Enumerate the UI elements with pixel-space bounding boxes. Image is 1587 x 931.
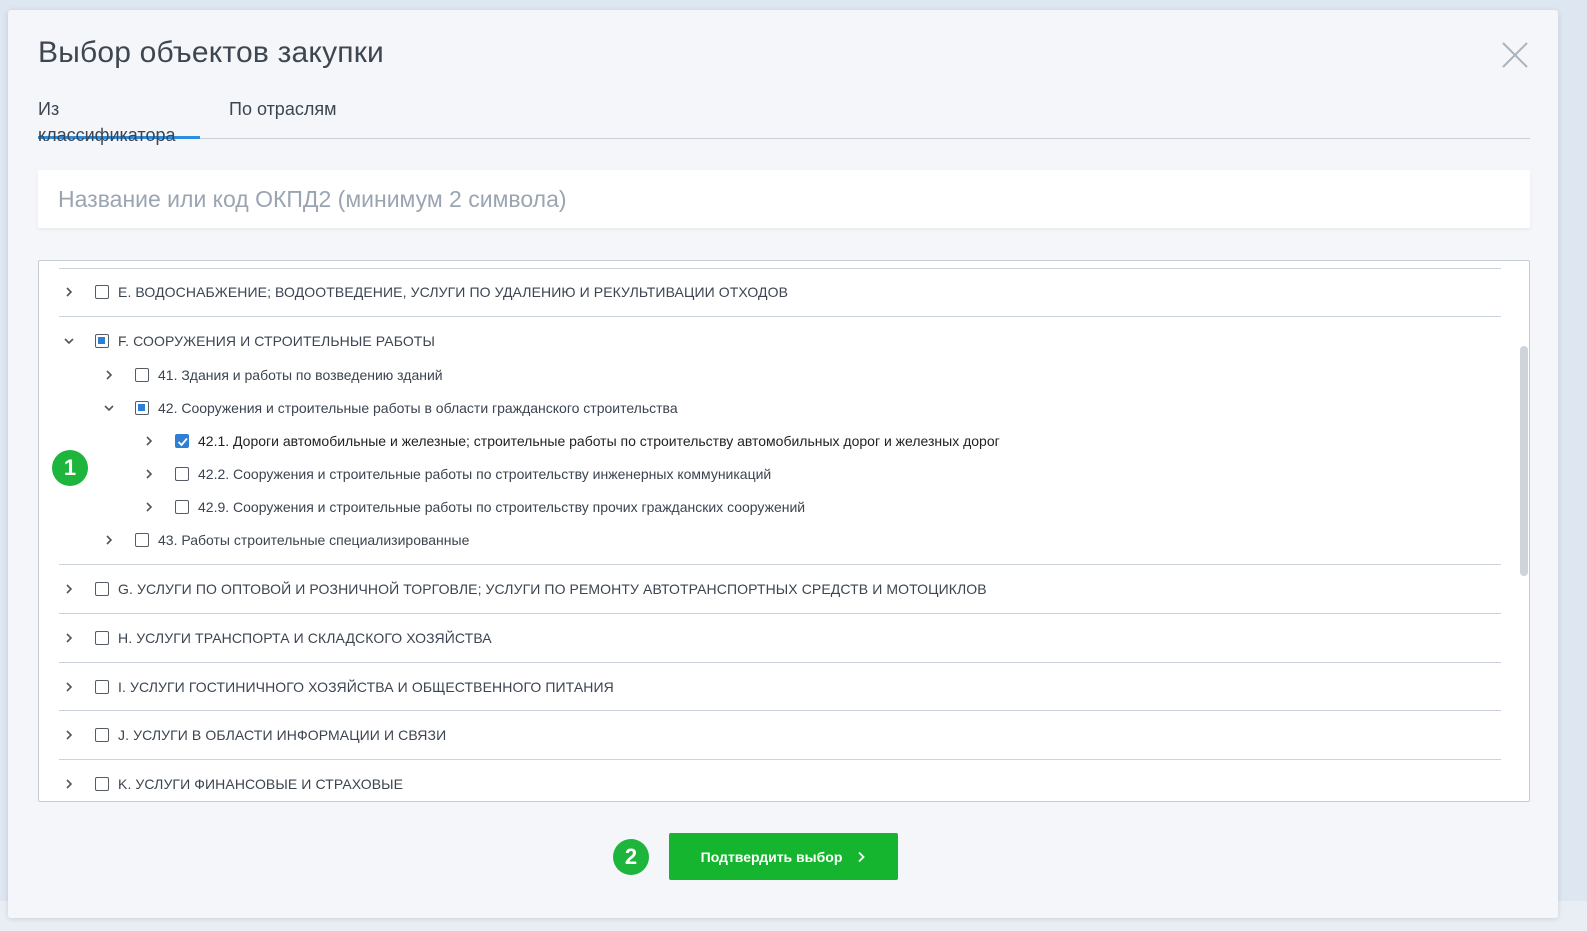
chevron-down-icon[interactable] <box>61 333 77 349</box>
tree-checkbox-i[interactable] <box>95 680 109 694</box>
tree-item-k: K. УСЛУГИ ФИНАНСОВЫЕ И СТРАХОВЫЕ <box>61 772 1501 796</box>
chevron-right-icon[interactable] <box>61 581 77 597</box>
tree-checkbox-41[interactable] <box>135 368 149 382</box>
tree-item-h: H. УСЛУГИ ТРАНСПОРТА И СКЛАДСКОГО ХОЗЯЙС… <box>61 626 1501 650</box>
chevron-right-icon[interactable] <box>141 466 157 482</box>
tree-item-label: 42.2. Сооружения и строительные работы п… <box>198 466 772 482</box>
tree-item-g: G. УСЛУГИ ПО ОПТОВОЙ И РОЗНИЧНОЙ ТОРГОВЛ… <box>61 577 1501 601</box>
tree-scrollbar[interactable] <box>1520 346 1528 576</box>
tree-divider <box>59 613 1501 614</box>
tree-item-label: I. УСЛУГИ ГОСТИНИЧНОГО ХОЗЯЙСТВА И ОБЩЕС… <box>118 679 614 695</box>
tree-divider <box>59 759 1501 760</box>
tree-item-f: F. СООРУЖЕНИЯ И СТРОИТЕЛЬНЫЕ РАБОТЫ <box>61 329 1501 353</box>
check-icon <box>177 437 188 447</box>
tree-item-label: K. УСЛУГИ ФИНАНСОВЫЕ И СТРАХОВЫЕ <box>118 776 404 792</box>
tree-divider <box>59 564 1501 565</box>
chevron-right-icon[interactable] <box>141 433 157 449</box>
step-badge-2: 2 <box>613 839 649 875</box>
purchase-objects-modal: Выбор объектов закупки Из классификатора… <box>8 10 1558 918</box>
tree-checkbox-42-1[interactable] <box>175 434 189 448</box>
tree-checkbox-k[interactable] <box>95 777 109 791</box>
tab-classifier[interactable]: Из классификатора <box>38 96 200 145</box>
tree-divider <box>59 662 1501 663</box>
tree-item-label: J. УСЛУГИ В ОБЛАСТИ ИНФОРМАЦИИ И СВЯЗИ <box>118 727 447 743</box>
chevron-right-icon[interactable] <box>61 679 77 695</box>
tree-checkbox-42[interactable] <box>135 401 149 415</box>
chevron-right-icon <box>856 851 866 863</box>
tree-item-label: F. СООРУЖЕНИЯ И СТРОИТЕЛЬНЫЕ РАБОТЫ <box>118 333 435 349</box>
search-box <box>38 170 1530 228</box>
tree-divider <box>59 268 1501 269</box>
tree-item-41: 41. Здания и работы по возведению зданий <box>101 363 1401 387</box>
tree-item-label: E. ВОДОСНАБЖЕНИЕ; ВОДООТВЕДЕНИЕ, УСЛУГИ … <box>118 284 789 300</box>
chevron-right-icon[interactable] <box>61 284 77 300</box>
tree-checkbox-j[interactable] <box>95 728 109 742</box>
tree-item-42: 42. Сооружения и строительные работы в о… <box>101 396 1401 420</box>
tab-bar: Из классификатора По отраслям <box>38 96 1530 145</box>
tree-checkbox-e[interactable] <box>95 285 109 299</box>
tree-divider <box>59 710 1501 711</box>
step-badge-1: 1 <box>52 450 88 486</box>
tree-item-label: H. УСЛУГИ ТРАНСПОРТА И СКЛАДСКОГО ХОЗЯЙС… <box>118 630 492 646</box>
okpd2-search-input[interactable] <box>38 170 1530 228</box>
tree-item-42-9: 42.9. Сооружения и строительные работы п… <box>141 495 1441 519</box>
confirm-button-label: Подтвердить выбор <box>700 848 843 865</box>
tree-item-label: 42. Сооружения и строительные работы в о… <box>158 400 678 416</box>
tree-checkbox-g[interactable] <box>95 582 109 596</box>
tree-item-e: E. ВОДОСНАБЖЕНИЕ; ВОДООТВЕДЕНИЕ, УСЛУГИ … <box>61 280 1501 304</box>
close-icon <box>1502 42 1528 68</box>
classifier-tree: E. ВОДОСНАБЖЕНИЕ; ВОДООТВЕДЕНИЕ, УСЛУГИ … <box>38 260 1530 802</box>
tree-divider <box>59 316 1501 317</box>
tree-item-label: 43. Работы строительные специализированн… <box>158 532 470 548</box>
tree-item-label: 41. Здания и работы по возведению зданий <box>158 367 443 383</box>
tree-checkbox-42-9[interactable] <box>175 500 189 514</box>
tab-industries[interactable]: По отраслям <box>229 96 336 136</box>
tree-item-42-1: 42.1. Дороги автомобильные и железные; с… <box>141 429 1441 453</box>
chevron-right-icon[interactable] <box>61 727 77 743</box>
confirm-selection-button[interactable]: Подтвердить выбор <box>669 833 898 880</box>
tree-checkbox-43[interactable] <box>135 533 149 547</box>
chevron-right-icon[interactable] <box>61 630 77 646</box>
tree-item-j: J. УСЛУГИ В ОБЛАСТИ ИНФОРМАЦИИ И СВЯЗИ <box>61 723 1501 747</box>
chevron-right-icon[interactable] <box>101 532 117 548</box>
tree-item-label: 42.1. Дороги автомобильные и железные; с… <box>198 433 1000 449</box>
tree-checkbox-h[interactable] <box>95 631 109 645</box>
tree-checkbox-f[interactable] <box>95 334 109 348</box>
tree-item-label: G. УСЛУГИ ПО ОПТОВОЙ И РОЗНИЧНОЙ ТОРГОВЛ… <box>118 581 987 597</box>
modal-title: Выбор объектов закупки <box>38 36 385 69</box>
tree-item-43: 43. Работы строительные специализированн… <box>101 528 1401 552</box>
chevron-down-icon[interactable] <box>101 400 117 416</box>
chevron-right-icon[interactable] <box>141 499 157 515</box>
close-button[interactable] <box>1500 40 1530 70</box>
tree-checkbox-42-2[interactable] <box>175 467 189 481</box>
tree-item-42-2: 42.2. Сооружения и строительные работы п… <box>141 462 1441 486</box>
tree-item-label: 42.9. Сооружения и строительные работы п… <box>198 499 806 515</box>
chevron-right-icon[interactable] <box>61 776 77 792</box>
chevron-right-icon[interactable] <box>101 367 117 383</box>
tree-item-i: I. УСЛУГИ ГОСТИНИЧНОГО ХОЗЯЙСТВА И ОБЩЕС… <box>61 675 1501 699</box>
